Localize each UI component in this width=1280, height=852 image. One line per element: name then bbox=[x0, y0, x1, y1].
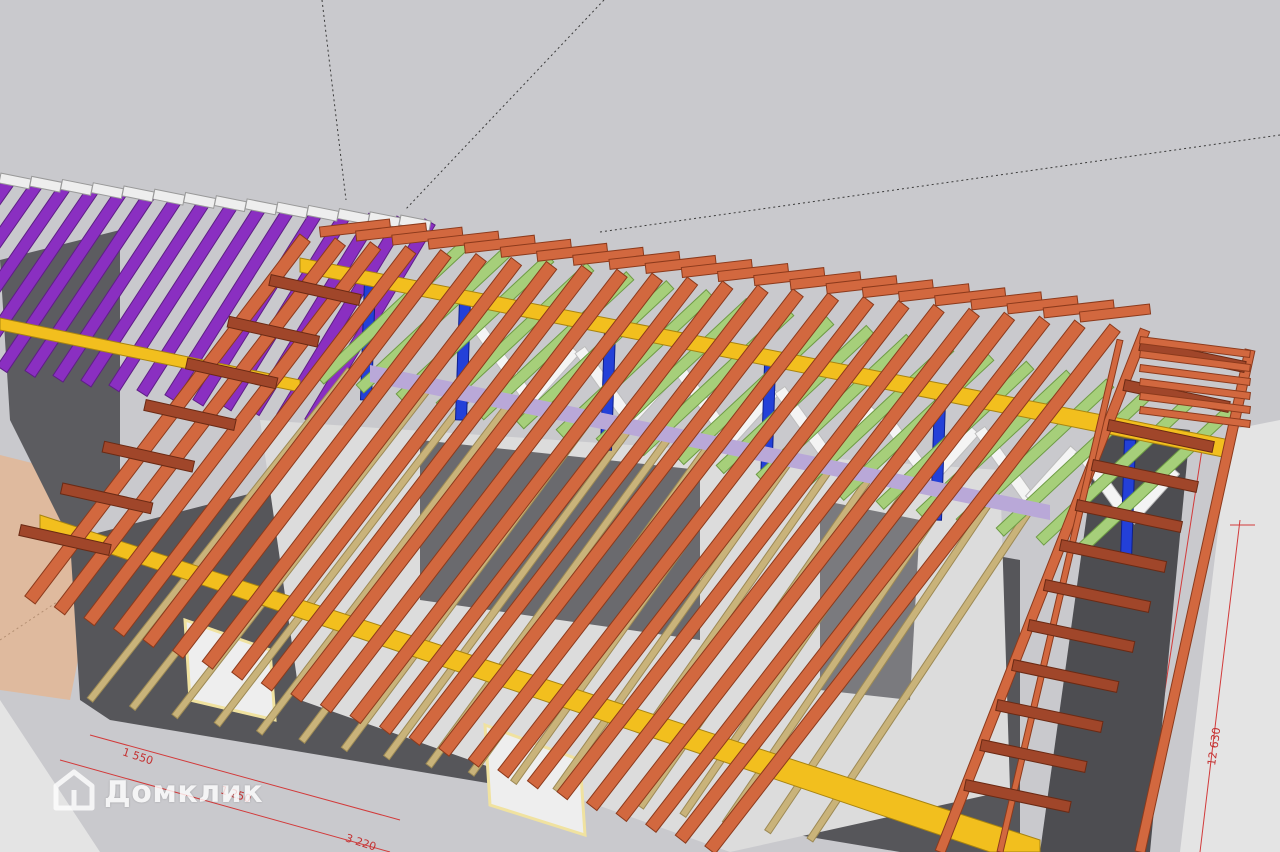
brand-name: Домклик bbox=[104, 774, 264, 810]
roof-frame-render: 1 550 1 250 3 220 12 630 Домклик bbox=[0, 0, 1280, 852]
house-logo-icon bbox=[52, 768, 96, 816]
roof-frame-scene bbox=[0, 0, 1280, 852]
brand-watermark: Домклик bbox=[52, 768, 263, 816]
